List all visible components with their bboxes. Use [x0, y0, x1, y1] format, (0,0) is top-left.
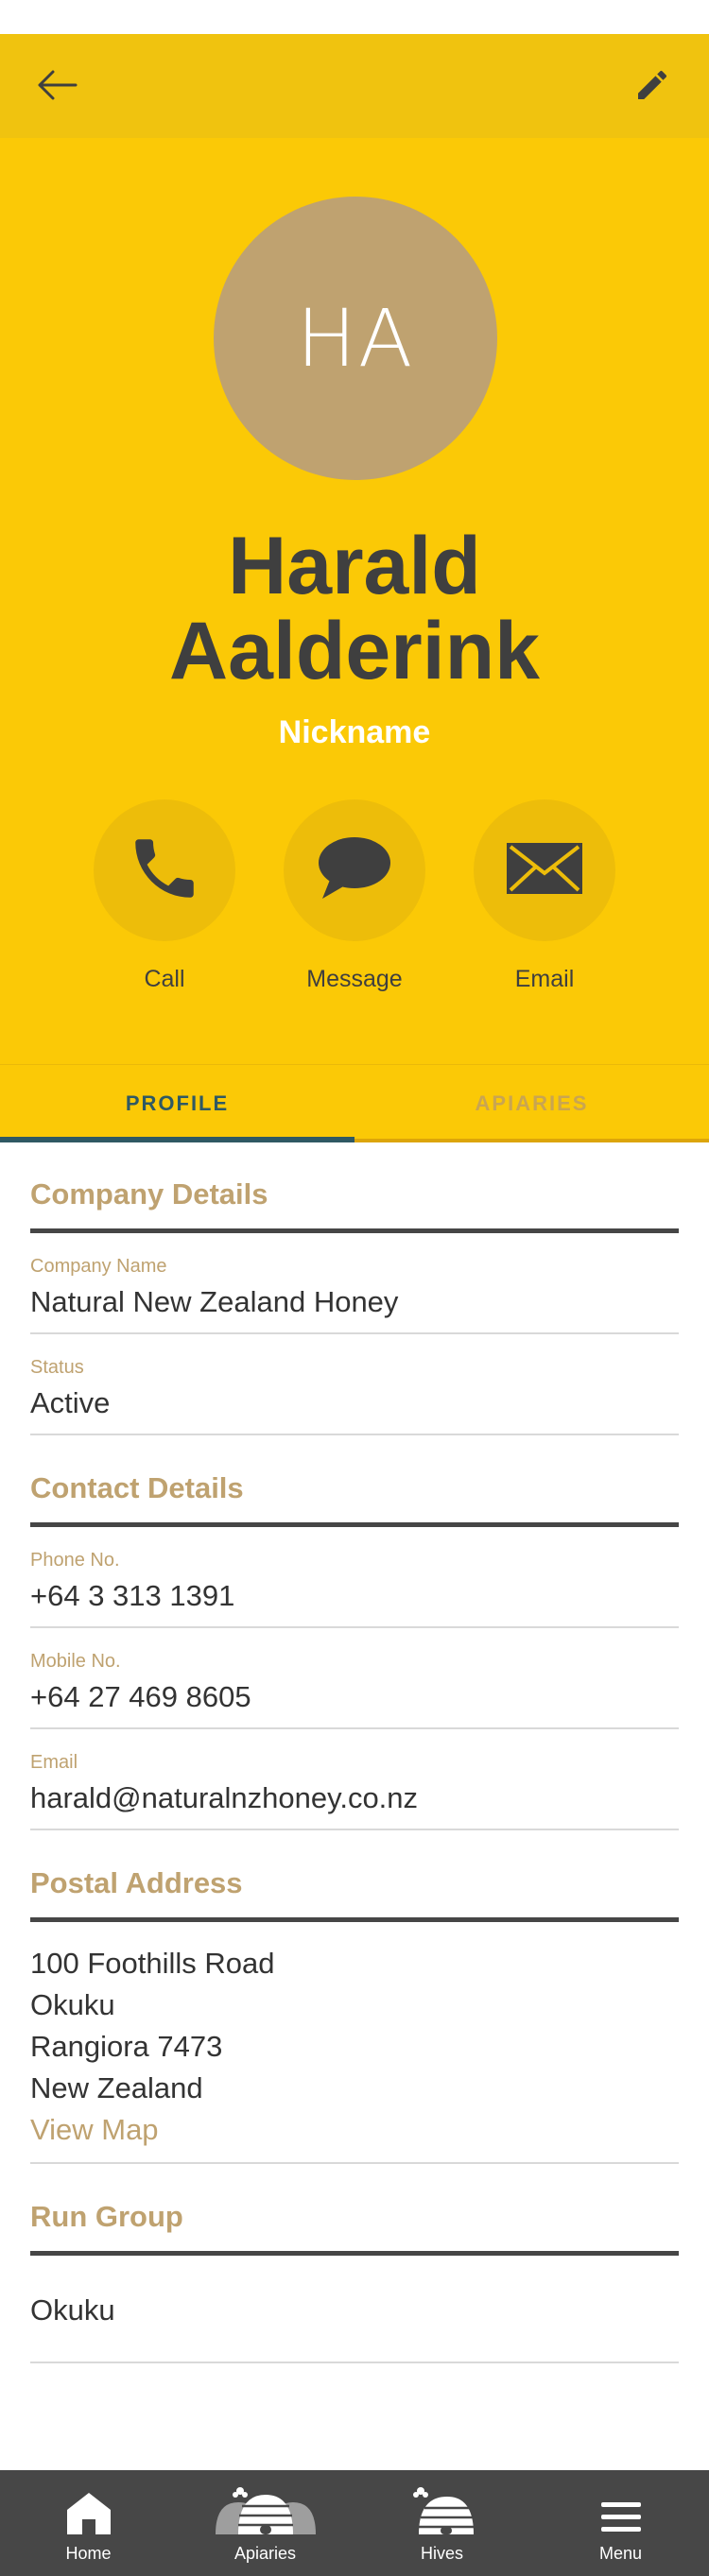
postal-address: 100 Foothills Road Okuku Rangiora 7473 N… — [30, 1922, 679, 2164]
profile-content: Company Details Company Name Natural New… — [30, 1142, 679, 2363]
home-icon — [0, 2470, 177, 2536]
apiary-hives-icon — [177, 2470, 354, 2536]
email-value[interactable]: harald@naturalnzhoney.co.nz — [30, 1781, 679, 1815]
address-line-1: 100 Foothills Road — [30, 1947, 275, 1980]
beehive-icon — [354, 2470, 530, 2536]
mobile-field[interactable]: Mobile No. +64 27 469 8605 — [30, 1628, 679, 1729]
contact-name: Harald Aalderink — [169, 521, 540, 696]
status-field: Status Active — [30, 1334, 679, 1435]
address-line-3: Rangiora 7473 — [30, 2030, 223, 2063]
postal-address-heading: Postal Address — [30, 1830, 679, 1922]
run-group-value: Okuku — [30, 2256, 679, 2363]
status-label: Status — [30, 1357, 84, 1378]
profile-tabs: PROFILE APIARIES — [0, 1064, 709, 1142]
address-line-4: New Zealand — [30, 2071, 203, 2104]
email-circle[interactable] — [474, 799, 615, 941]
back-button[interactable] — [26, 60, 87, 113]
nav-apiaries-label: Apiaries — [233, 2544, 297, 2563]
avatar-initials: HA — [296, 292, 415, 385]
nav-menu[interactable]: Menu — [532, 2470, 709, 2576]
envelope-icon — [505, 841, 584, 901]
email-field[interactable]: Email harald@naturalnzhoney.co.nz — [30, 1729, 679, 1830]
call-circle[interactable] — [94, 799, 235, 941]
company-name-field: Company Name Natural New Zealand Honey — [30, 1233, 679, 1334]
avatar: HA — [214, 197, 497, 480]
mobile-label: Mobile No. — [30, 1651, 121, 1672]
message-button[interactable]: Message — [279, 799, 430, 993]
profile-header: HA Harald Aalderink Nickname Call Messag… — [0, 138, 709, 1064]
nav-home-label: Home — [65, 2544, 112, 2563]
phone-field[interactable]: Phone No. +64 3 313 1391 — [30, 1527, 679, 1628]
arrow-left-icon — [36, 70, 78, 105]
message-label: Message — [306, 966, 403, 992]
nav-home[interactable]: Home — [0, 2470, 177, 2576]
edit-button[interactable] — [622, 60, 683, 113]
company-name-value: Natural New Zealand Honey — [30, 1285, 399, 1318]
company-name-label: Company Name — [30, 1256, 167, 1277]
address-line-2: Okuku — [30, 1988, 115, 2021]
top-app-bar — [0, 34, 709, 138]
nav-hives-label: Hives — [420, 2544, 463, 2563]
nickname: Nickname — [278, 714, 431, 750]
view-map-link[interactable]: View Map — [30, 2109, 679, 2151]
nav-menu-label: Menu — [598, 2544, 643, 2563]
call-button[interactable]: Call — [89, 799, 240, 993]
chat-bubble-icon — [315, 833, 394, 909]
run-group-heading: Run Group — [30, 2164, 679, 2256]
message-circle[interactable] — [284, 799, 425, 941]
mobile-value[interactable]: +64 27 469 8605 — [30, 1680, 679, 1714]
tab-apiaries[interactable]: APIARIES — [354, 1065, 709, 1142]
pencil-icon — [633, 66, 671, 109]
tab-profile[interactable]: PROFILE — [0, 1065, 354, 1142]
nav-apiaries[interactable]: Apiaries — [177, 2470, 354, 2576]
phone-label: Phone No. — [30, 1550, 120, 1571]
email-label: Email — [514, 966, 575, 992]
phone-icon — [126, 830, 203, 912]
quick-actions: Call Message Email — [0, 799, 709, 992]
phone-value[interactable]: +64 3 313 1391 — [30, 1579, 679, 1613]
bottom-navigation: Home Apiaries Hives Menu — [0, 2470, 709, 2576]
status-value: Active — [30, 1386, 111, 1419]
status-bar-spacer — [0, 0, 709, 34]
company-details-heading: Company Details — [30, 1142, 679, 1233]
call-label: Call — [144, 966, 185, 992]
nav-hives[interactable]: Hives — [354, 2470, 530, 2576]
email-button[interactable]: Email — [469, 799, 620, 993]
email-field-label: Email — [30, 1752, 78, 1773]
hamburger-menu-icon — [532, 2470, 709, 2536]
contact-details-heading: Contact Details — [30, 1435, 679, 1527]
